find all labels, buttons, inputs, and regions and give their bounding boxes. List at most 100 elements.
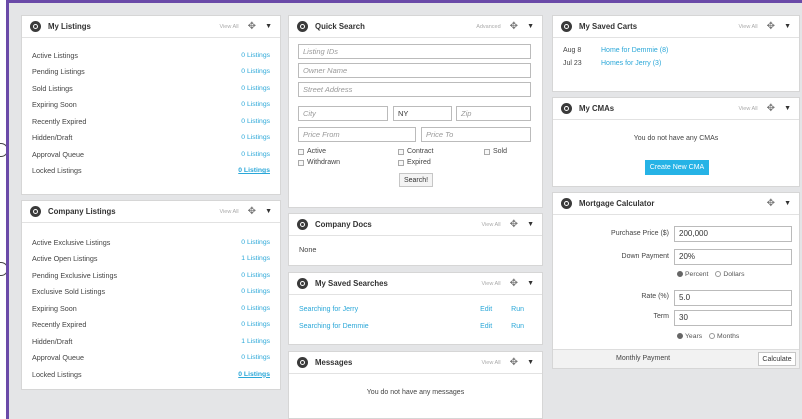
- row-count-link[interactable]: 1 Listings: [241, 338, 270, 345]
- move-icon[interactable]: ✥: [767, 21, 775, 32]
- row-count-link[interactable]: 1 Listings: [241, 255, 270, 262]
- contract-checkbox[interactable]: Contract: [398, 148, 433, 155]
- caret-down-icon[interactable]: ▼: [527, 23, 534, 30]
- edit-link[interactable]: Edit: [480, 306, 492, 313]
- saved-search-link[interactable]: Searching for Demmie: [299, 323, 369, 330]
- listing-row: Approval Queue 0 Listings: [22, 350, 280, 367]
- settings-icon[interactable]: [561, 21, 572, 32]
- move-icon[interactable]: ✥: [510, 278, 518, 289]
- withdrawn-checkbox[interactable]: Withdrawn: [298, 159, 340, 166]
- view-all-link[interactable]: View All: [482, 222, 501, 228]
- settings-icon[interactable]: [297, 278, 308, 289]
- settings-icon[interactable]: [30, 206, 41, 217]
- row-count-link[interactable]: 0 Listings: [241, 305, 270, 312]
- settings-icon[interactable]: [297, 21, 308, 32]
- down-payment-input[interactable]: 20%: [674, 249, 792, 265]
- expired-checkbox[interactable]: Expired: [398, 159, 431, 166]
- row-label: Hidden/Draft: [32, 336, 73, 346]
- row-count-link[interactable]: 0 Listings: [241, 85, 270, 92]
- view-all-link[interactable]: View All: [482, 360, 501, 366]
- caret-down-icon[interactable]: ▼: [527, 359, 534, 366]
- city-input[interactable]: City: [298, 106, 388, 121]
- move-icon[interactable]: ✥: [510, 357, 518, 368]
- view-all-link[interactable]: View All: [220, 24, 239, 30]
- sold-checkbox[interactable]: Sold: [484, 148, 507, 155]
- run-link[interactable]: Run: [511, 306, 524, 313]
- move-icon[interactable]: ✥: [510, 219, 518, 230]
- panel-title: My Saved Carts: [579, 22, 638, 31]
- move-icon[interactable]: ✥: [248, 206, 256, 217]
- listing-row: Sold Listings 0 Listings: [22, 80, 280, 97]
- street-address-input[interactable]: Street Address: [298, 82, 531, 97]
- view-all-link[interactable]: View All: [739, 106, 758, 112]
- row-count-link[interactable]: 0 Listings: [241, 151, 270, 158]
- row-count-link[interactable]: 0 Listings: [241, 118, 270, 125]
- row-count-link[interactable]: 0 Listings: [238, 167, 270, 174]
- settings-icon[interactable]: [561, 198, 572, 209]
- settings-icon[interactable]: [30, 21, 41, 32]
- months-radio[interactable]: [709, 333, 716, 340]
- row-count-link[interactable]: 0 Listings: [241, 101, 270, 108]
- caret-down-icon[interactable]: ▼: [265, 208, 272, 215]
- cart-link[interactable]: Homes for Jerry (3): [601, 60, 661, 67]
- row-count-link[interactable]: 0 Listings: [241, 68, 270, 75]
- caret-down-icon[interactable]: ▼: [784, 200, 791, 207]
- cart-list: Aug 8 Home for Demmie (8) Jul 23 Homes for…: [553, 38, 799, 76]
- panel-title: Quick Search: [315, 22, 365, 31]
- row-count-link[interactable]: 0 Listings: [241, 272, 270, 279]
- caret-down-icon[interactable]: ▼: [784, 105, 791, 112]
- row-count-link[interactable]: 0 Listings: [241, 52, 270, 59]
- state-select[interactable]: NY: [393, 106, 452, 121]
- calculate-button[interactable]: Calculate: [758, 352, 796, 366]
- caret-down-icon[interactable]: ▼: [527, 280, 534, 287]
- settings-icon[interactable]: [297, 219, 308, 230]
- term-input[interactable]: 30: [674, 310, 792, 326]
- view-all-link[interactable]: View All: [739, 24, 758, 30]
- create-cma-button[interactable]: Create New CMA: [645, 160, 709, 175]
- search-button[interactable]: Search!: [399, 173, 433, 187]
- view-all-link[interactable]: View All: [220, 209, 239, 215]
- listing-ids-input[interactable]: Listing IDs: [298, 44, 531, 59]
- move-icon[interactable]: ✥: [767, 103, 775, 114]
- edit-link[interactable]: Edit: [480, 323, 492, 330]
- purchase-price-label: Purchase Price ($): [611, 230, 669, 237]
- active-checkbox[interactable]: Active: [298, 148, 326, 155]
- row-count-link[interactable]: 0 Listings: [241, 288, 270, 295]
- years-radio[interactable]: [677, 333, 683, 340]
- settings-icon[interactable]: [561, 103, 572, 114]
- price-to-input[interactable]: Price To: [421, 127, 531, 142]
- cart-date: Jul 23: [563, 60, 582, 67]
- row-actions: Edit Run: [480, 306, 524, 313]
- view-all-link[interactable]: View All: [482, 281, 501, 287]
- caret-down-icon[interactable]: ▼: [265, 23, 272, 30]
- row-count-link[interactable]: 0 Listings: [241, 321, 270, 328]
- panel-header: Quick Search Advanced ✥ ▼: [289, 16, 542, 38]
- row-count-link[interactable]: 0 Listings: [241, 239, 270, 246]
- purchase-price-input[interactable]: 200,000: [674, 226, 792, 242]
- move-icon[interactable]: ✥: [767, 198, 775, 209]
- row-count-link[interactable]: 0 Listings: [238, 371, 270, 378]
- dollars-radio[interactable]: [715, 271, 722, 278]
- price-from-input[interactable]: Price From: [298, 127, 416, 142]
- percent-radio[interactable]: [677, 271, 683, 278]
- zip-input[interactable]: Zip: [456, 106, 531, 121]
- listing-row: Expiring Soon 0 Listings: [22, 97, 280, 114]
- settings-icon[interactable]: [297, 357, 308, 368]
- dashboard-frame: My Listings View All ✥ ▼ Active Listings…: [6, 0, 802, 419]
- run-link[interactable]: Run: [511, 323, 524, 330]
- cart-link[interactable]: Home for Demmie (8): [601, 47, 668, 54]
- owner-name-input[interactable]: Owner Name: [298, 63, 531, 78]
- row-label: Locked Listings: [32, 369, 82, 379]
- row-count-link[interactable]: 0 Listings: [241, 134, 270, 141]
- advanced-search-link[interactable]: Advanced: [476, 24, 500, 30]
- radio-label: Percent: [685, 271, 709, 278]
- listing-row: Active Listings 0 Listings: [22, 47, 280, 64]
- caret-down-icon[interactable]: ▼: [527, 221, 534, 228]
- caret-down-icon[interactable]: ▼: [784, 23, 791, 30]
- row-count-link[interactable]: 0 Listings: [241, 354, 270, 361]
- row-label: Pending Exclusive Listings: [32, 270, 118, 280]
- move-icon[interactable]: ✥: [510, 21, 518, 32]
- saved-search-link[interactable]: Searching for Jerry: [299, 306, 358, 313]
- rate-input[interactable]: 5.0: [674, 290, 792, 306]
- move-icon[interactable]: ✥: [248, 21, 256, 32]
